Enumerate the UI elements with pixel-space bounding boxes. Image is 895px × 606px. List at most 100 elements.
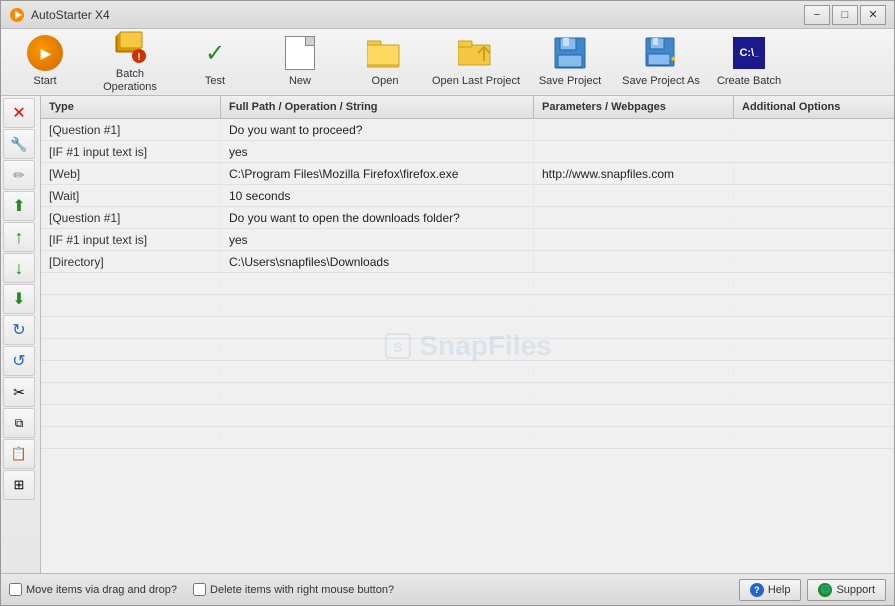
save-button[interactable]: Save Project <box>525 31 615 93</box>
toolbar: Start ! Batch Operations ✓ Test <box>1 29 894 96</box>
status-left: Move items via drag and drop? Delete ite… <box>9 583 394 596</box>
delete-right-click-checkbox-label[interactable]: Delete items with right mouse button? <box>193 583 394 596</box>
maximize-button[interactable]: □ <box>832 5 858 25</box>
cell-params-2: http://www.snapfiles.com <box>534 164 734 184</box>
open-label: Open <box>372 75 399 88</box>
new-button[interactable]: New <box>258 31 342 93</box>
cut-button[interactable]: ✂ <box>3 377 35 407</box>
table-row[interactable]: [Web] C:\Program Files\Mozilla Firefox\f… <box>41 163 894 185</box>
batch-operations-label: Batch Operations <box>91 68 169 94</box>
table-row-empty <box>41 383 894 405</box>
cell-op-5: yes <box>221 230 534 250</box>
main-window: AutoStarter X4 − □ ✕ Start ! <box>0 0 895 606</box>
open-button[interactable]: Open <box>343 31 427 93</box>
cell-type-0: [Question #1] <box>41 120 221 140</box>
support-button[interactable]: 🌐 Support <box>807 579 886 601</box>
cell-type-3: [Wait] <box>41 186 221 206</box>
duplicate-button[interactable]: ⊞ <box>3 470 35 500</box>
batch-operations-button[interactable]: ! Batch Operations <box>88 31 172 93</box>
support-icon: 🌐 <box>818 583 832 597</box>
save-as-button[interactable]: * Save Project As <box>616 31 706 93</box>
rotate-left-button[interactable]: ↺ <box>3 346 35 376</box>
copy-button[interactable]: ⧉ <box>3 408 35 438</box>
col-options: Additional Options <box>734 96 894 118</box>
drag-drop-checkbox-label[interactable]: Move items via drag and drop? <box>9 583 177 596</box>
table-row[interactable]: [IF #1 input text is] yes <box>41 229 894 251</box>
cell-op-4: Do you want to open the downloads folder… <box>221 208 534 228</box>
close-button[interactable]: ✕ <box>860 5 886 25</box>
table-body: [Question #1] Do you want to proceed? [I… <box>41 119 894 573</box>
col-type: Type <box>41 96 221 118</box>
cell-params-6 <box>534 259 734 265</box>
move-up-button[interactable]: ↑ <box>3 222 35 252</box>
title-bar-left: AutoStarter X4 <box>9 7 110 23</box>
table-row-empty <box>41 317 894 339</box>
cell-opts-1 <box>734 149 894 155</box>
start-label: Start <box>33 75 56 88</box>
col-operation: Full Path / Operation / String <box>221 96 534 118</box>
cell-type-4: [Question #1] <box>41 208 221 228</box>
move-bottom-button[interactable]: ⬇ <box>3 284 35 314</box>
cell-opts-4 <box>734 215 894 221</box>
save-icon <box>552 36 588 71</box>
svg-text:!: ! <box>137 52 140 63</box>
open-last-label: Open Last Project <box>432 75 520 88</box>
delete-right-click-checkbox[interactable] <box>193 583 206 596</box>
table-row-empty <box>41 273 894 295</box>
table-row[interactable]: [IF #1 input text is] yes <box>41 141 894 163</box>
test-button[interactable]: ✓ Test <box>173 31 257 93</box>
cell-opts-0 <box>734 127 894 133</box>
table-row[interactable]: [Wait] 10 seconds <box>41 185 894 207</box>
table-header: Type Full Path / Operation / String Para… <box>41 96 894 119</box>
move-down-button[interactable]: ↓ <box>3 253 35 283</box>
table-row[interactable]: [Question #1] Do you want to proceed? <box>41 119 894 141</box>
move-top-button[interactable]: ⬆ <box>3 191 35 221</box>
cell-opts-3 <box>734 193 894 199</box>
cell-type-1: [IF #1 input text is] <box>41 142 221 162</box>
window-title: AutoStarter X4 <box>31 8 110 22</box>
help-button[interactable]: ? Help <box>739 579 802 601</box>
test-icon: ✓ <box>197 35 233 71</box>
status-right: ? Help 🌐 Support <box>739 579 886 601</box>
table-row-empty <box>41 427 894 449</box>
open-last-button[interactable]: Open Last Project <box>428 31 524 93</box>
create-batch-button[interactable]: C:\_ Create Batch <box>707 31 791 93</box>
start-button[interactable]: Start <box>3 31 87 93</box>
delete-button[interactable]: ✕ <box>3 98 35 128</box>
cell-opts-5 <box>734 237 894 243</box>
open-icon <box>367 36 403 71</box>
cell-op-2: C:\Program Files\Mozilla Firefox\firefox… <box>221 164 534 184</box>
open-last-icon <box>458 36 494 71</box>
table-row[interactable]: [Directory] C:\Users\snapfiles\Downloads <box>41 251 894 273</box>
app-icon <box>9 7 25 23</box>
window-controls: − □ ✕ <box>804 5 886 25</box>
cell-params-3 <box>534 193 734 199</box>
table-row[interactable]: [Question #1] Do you want to open the do… <box>41 207 894 229</box>
save-label: Save Project <box>539 75 601 88</box>
cell-type-6: [Directory] <box>41 252 221 272</box>
cell-params-5 <box>534 237 734 243</box>
cell-params-0 <box>534 127 734 133</box>
minimize-button[interactable]: − <box>804 5 830 25</box>
rotate-right-button[interactable]: ↻ <box>3 315 35 345</box>
drag-drop-checkbox[interactable] <box>9 583 22 596</box>
help-icon: ? <box>750 583 764 597</box>
left-toolbar: ✕ 🔧 ✏ ⬆ ↑ ↓ ⬇ ↻ ↺ ✂ ⧉ 📋 ⊞ <box>1 96 41 573</box>
main-area: ✕ 🔧 ✏ ⬆ ↑ ↓ ⬇ ↻ ↺ ✂ ⧉ 📋 ⊞ Type Full Path… <box>1 96 894 573</box>
cell-op-0: Do you want to proceed? <box>221 120 534 140</box>
table-row-empty <box>41 405 894 427</box>
cell-type-5: [IF #1 input text is] <box>41 230 221 250</box>
paste-button[interactable]: 📋 <box>3 439 35 469</box>
edit-button[interactable]: ✏ <box>3 160 35 190</box>
status-bar: Move items via drag and drop? Delete ite… <box>1 573 894 605</box>
svg-text:*: * <box>671 54 676 68</box>
wrench-button[interactable]: 🔧 <box>3 129 35 159</box>
col-params: Parameters / Webpages <box>534 96 734 118</box>
new-label: New <box>289 75 311 88</box>
title-bar: AutoStarter X4 − □ ✕ <box>1 1 894 29</box>
cell-op-6: C:\Users\snapfiles\Downloads <box>221 252 534 272</box>
table-area: Type Full Path / Operation / String Para… <box>41 96 894 573</box>
create-batch-label: Create Batch <box>717 75 781 88</box>
save-as-icon: * <box>643 36 679 71</box>
cell-type-2: [Web] <box>41 164 221 184</box>
